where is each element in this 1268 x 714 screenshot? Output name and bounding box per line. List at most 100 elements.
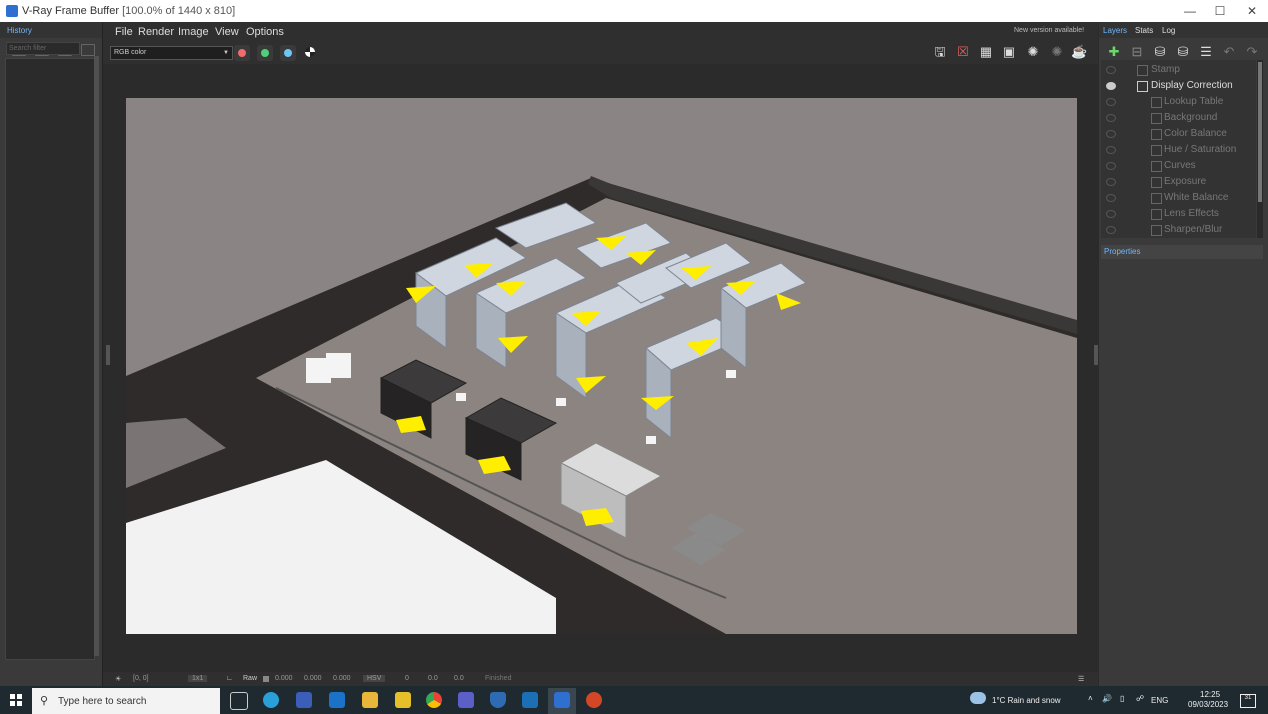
- clock-time[interactable]: 12:25: [1200, 690, 1220, 699]
- shield-icon[interactable]: [490, 692, 506, 708]
- chevron-up-icon[interactable]: ˄: [1088, 694, 1093, 703]
- track-mouse-icon[interactable]: ▣: [1001, 44, 1017, 60]
- weather-text[interactable]: 1°C Rain and snow: [992, 696, 1061, 705]
- eye-icon[interactable]: [1106, 114, 1116, 122]
- windows-start-icon[interactable]: [10, 694, 22, 706]
- white-balance-icon: [1151, 193, 1162, 204]
- layer-curves[interactable]: Curves: [1101, 158, 1256, 174]
- channel-select[interactable]: RGB color ▼: [110, 46, 233, 60]
- history-clear-icon[interactable]: [81, 44, 95, 56]
- layer-color-balance[interactable]: Color Balance: [1101, 126, 1256, 142]
- eye-icon[interactable]: [1106, 226, 1116, 234]
- clear-image-icon[interactable]: ☒: [955, 44, 971, 60]
- menu-view[interactable]: View: [215, 26, 239, 38]
- undo-icon[interactable]: ↶: [1221, 44, 1237, 60]
- zoom-select[interactable]: 1x1: [188, 675, 208, 682]
- layer-stamp[interactable]: Stamp: [1101, 62, 1256, 78]
- outlook-icon[interactable]: [329, 692, 345, 708]
- history-tab[interactable]: History: [7, 26, 32, 35]
- vray-frame-buffer-icon[interactable]: [554, 692, 570, 708]
- channel-select-value: RGB color: [114, 49, 147, 56]
- eye-icon[interactable]: [1106, 194, 1116, 202]
- scroll-thumb[interactable]: [1258, 62, 1262, 202]
- remote-desktop-icon[interactable]: [522, 692, 538, 708]
- region-render-icon[interactable]: ▦: [978, 44, 994, 60]
- raw-r: 0.000: [275, 675, 293, 682]
- layer-checkbox-icon[interactable]: [1137, 81, 1148, 92]
- load-layers-icon[interactable]: ⛁: [1175, 44, 1191, 60]
- history-search-input[interactable]: Search filter: [6, 42, 80, 55]
- mono-channel-icon[interactable]: [305, 47, 315, 57]
- history-scrollbar[interactable]: [94, 56, 99, 656]
- right-collapse-handle[interactable]: [1094, 345, 1098, 365]
- color-picker-icon[interactable]: ∟: [226, 675, 233, 682]
- edge-icon[interactable]: [263, 692, 279, 708]
- left-collapse-handle[interactable]: [106, 345, 110, 365]
- notification-icon[interactable]: 31: [1240, 694, 1256, 708]
- menu-image[interactable]: Image: [178, 26, 209, 38]
- volume-icon[interactable]: 🔊: [1102, 694, 1112, 703]
- chrome-icon[interactable]: [426, 692, 442, 708]
- history-list[interactable]: [5, 58, 95, 660]
- layer-label: Curves: [1164, 160, 1196, 171]
- interactive-render-icon[interactable]: ✺: [1025, 44, 1041, 60]
- new-version-notice[interactable]: New version available!: [1014, 27, 1084, 34]
- menu-options[interactable]: Options: [246, 26, 284, 38]
- layer-checkbox-icon[interactable]: [1137, 65, 1148, 76]
- layer-sharpen-blur[interactable]: Sharpen/Blur: [1101, 222, 1256, 238]
- layer-background[interactable]: Background: [1101, 110, 1256, 126]
- layer-hue-saturation[interactable]: Hue / Saturation: [1101, 142, 1256, 158]
- layer-lookup-table[interactable]: Lookup Table: [1101, 94, 1256, 110]
- log-icon[interactable]: ☰: [1078, 675, 1084, 683]
- language-indicator[interactable]: ENG: [1151, 696, 1168, 705]
- stop-render-icon[interactable]: ✺: [1049, 44, 1065, 60]
- menu-file[interactable]: File: [115, 26, 133, 38]
- tab-log[interactable]: Log: [1162, 26, 1175, 35]
- save-image-icon[interactable]: 🖫: [932, 44, 948, 60]
- add-layer-icon[interactable]: ✚: [1106, 44, 1122, 60]
- clock-date[interactable]: 09/03/2023: [1188, 700, 1228, 709]
- battery-icon[interactable]: ▯: [1120, 694, 1124, 703]
- taskbar-search[interactable]: ⚲ Type here to search: [32, 688, 220, 714]
- layers-scrollbar[interactable]: [1257, 60, 1263, 238]
- file-explorer-icon[interactable]: [362, 692, 378, 708]
- eye-icon[interactable]: [1106, 130, 1116, 138]
- mode-select[interactable]: HSV: [363, 675, 386, 682]
- layer-exposure[interactable]: Exposure: [1101, 174, 1256, 190]
- minimize-button[interactable]: —: [1175, 2, 1205, 20]
- eye-icon[interactable]: [1106, 98, 1116, 106]
- red-channel-button[interactable]: [234, 45, 250, 61]
- rendered-scene: [126, 176, 1077, 634]
- green-channel-button[interactable]: [257, 45, 273, 61]
- tab-layers[interactable]: Layers: [1103, 26, 1127, 35]
- blue-channel-button[interactable]: [280, 45, 296, 61]
- save-layers-icon[interactable]: ⛁: [1152, 44, 1168, 60]
- eye-icon[interactable]: [1106, 146, 1116, 154]
- task-view-icon[interactable]: [230, 692, 248, 710]
- layer-lens-effects[interactable]: Lens Effects: [1101, 206, 1256, 222]
- eye-icon[interactable]: [1106, 162, 1116, 170]
- sticky-notes-icon[interactable]: [395, 692, 411, 708]
- eye-icon[interactable]: [1106, 82, 1116, 90]
- render-teapot-icon[interactable]: ☕: [1071, 44, 1087, 60]
- tab-stats[interactable]: Stats: [1135, 26, 1153, 35]
- layer-display-correction[interactable]: Display Correction: [1101, 78, 1256, 94]
- weather-icon[interactable]: [970, 692, 986, 704]
- eye-icon[interactable]: [1106, 66, 1116, 74]
- network-icon[interactable]: ☍: [1136, 694, 1144, 703]
- eye-icon[interactable]: [1106, 210, 1116, 218]
- teams-icon[interactable]: [458, 692, 474, 708]
- eye-icon[interactable]: [1106, 178, 1116, 186]
- redo-icon[interactable]: ↷: [1244, 44, 1260, 60]
- close-button[interactable]: ✕: [1237, 2, 1267, 20]
- pointer-icon[interactable]: ☀: [115, 675, 121, 683]
- menu-render[interactable]: Render: [138, 26, 174, 38]
- status-bar: ☀ [0, 0] 1x1 ∟ Raw 0.000 0.000 0.000 HSV…: [103, 672, 1098, 686]
- maximize-button[interactable]: ☐: [1205, 2, 1235, 20]
- powerpoint-icon[interactable]: [586, 692, 602, 708]
- layer-list-icon[interactable]: ☰: [1198, 44, 1214, 60]
- layer-white-balance[interactable]: White Balance: [1101, 190, 1256, 206]
- hsv-v: 0.0: [454, 675, 464, 682]
- vray-icon[interactable]: [296, 692, 312, 708]
- remove-layer-icon[interactable]: ⊟: [1129, 44, 1145, 60]
